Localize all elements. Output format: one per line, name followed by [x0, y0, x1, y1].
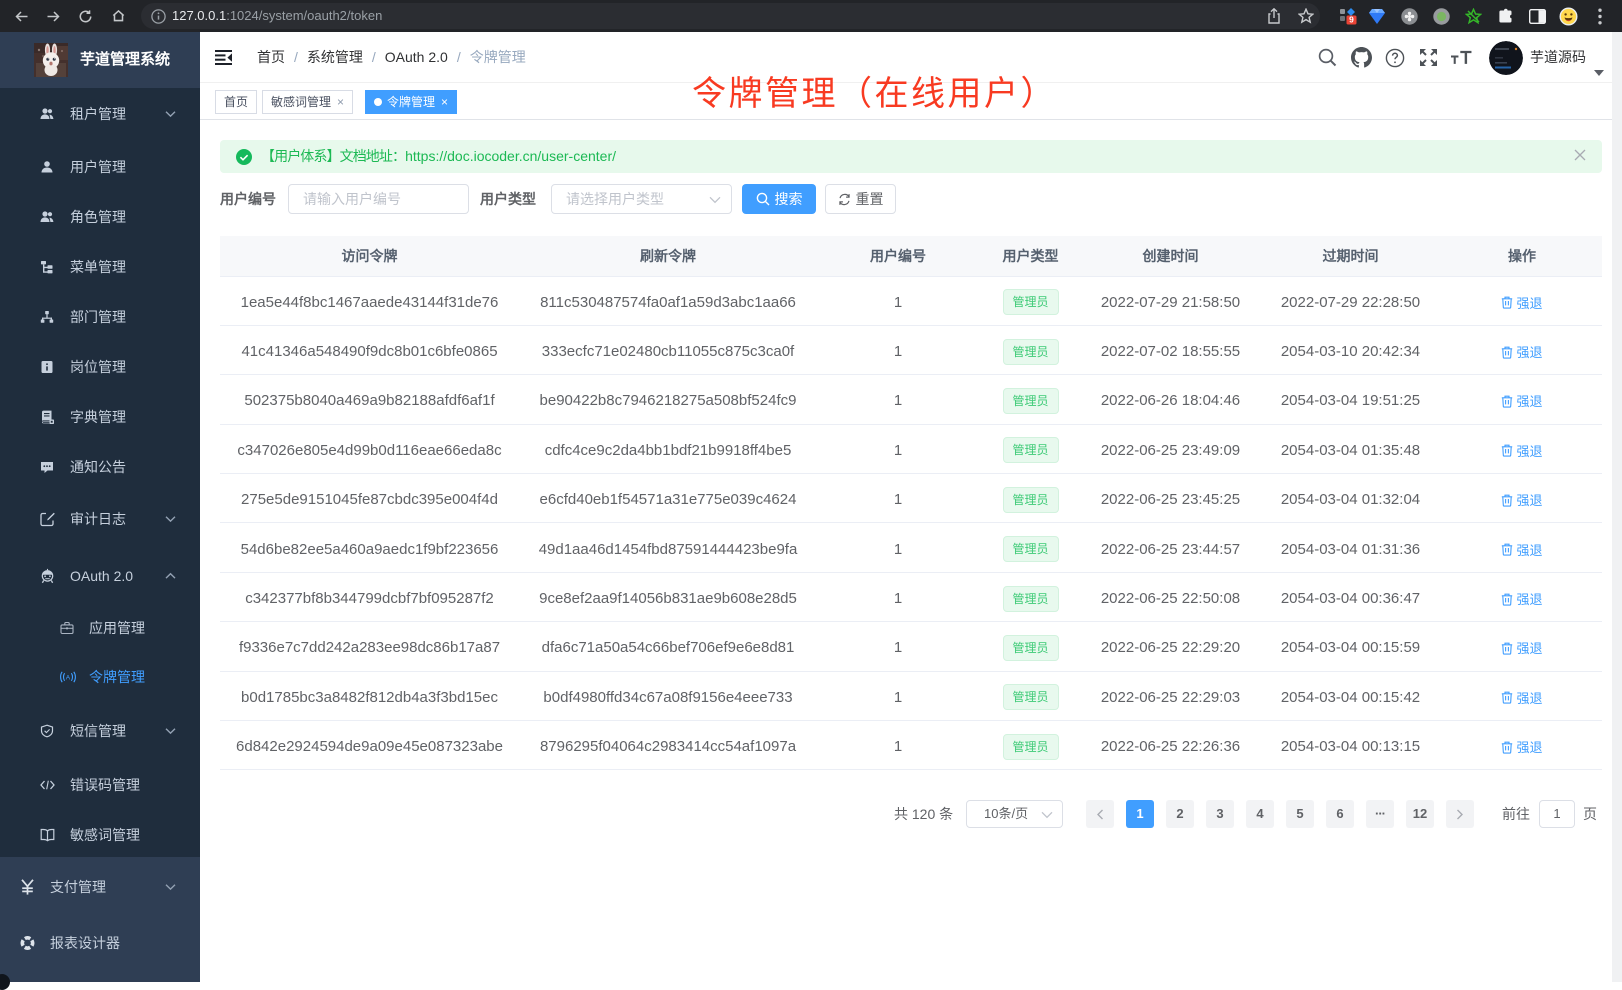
svg-text:A: A — [66, 674, 71, 681]
svg-text:9: 9 — [1349, 15, 1354, 25]
